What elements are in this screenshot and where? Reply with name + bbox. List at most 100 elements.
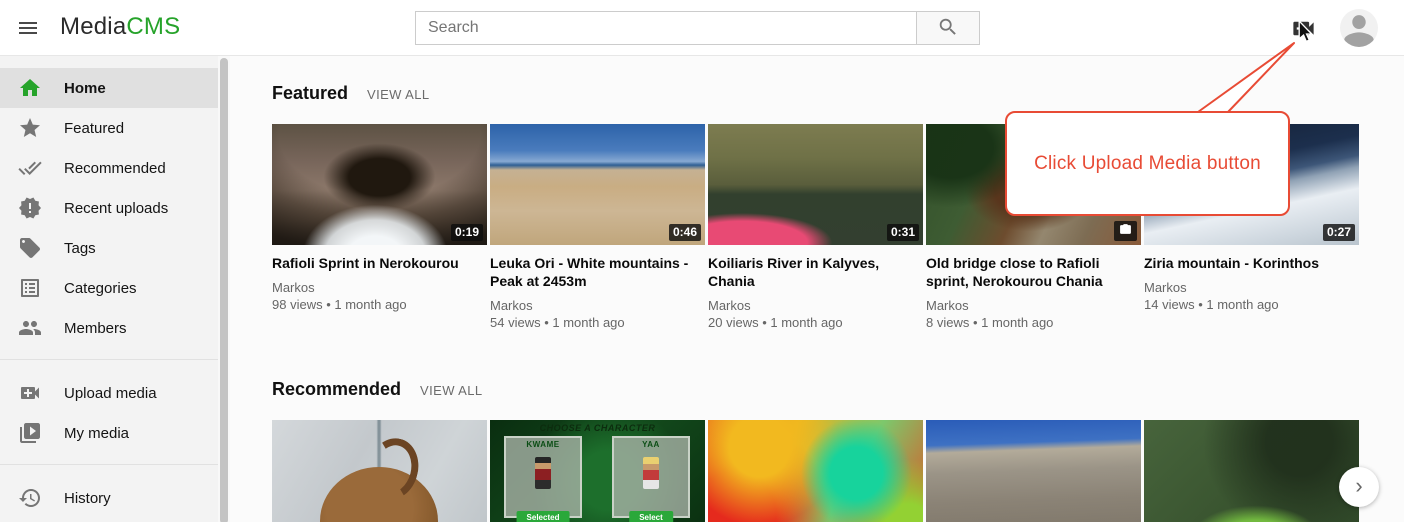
sidebar-item-label: Recent uploads — [64, 200, 168, 217]
user-avatar[interactable] — [1340, 9, 1378, 47]
search-form — [415, 11, 980, 45]
media-card[interactable] — [926, 420, 1141, 522]
duration-badge: 0:27 — [1323, 224, 1355, 241]
media-author[interactable]: Markos — [272, 279, 487, 296]
media-meta: 8 views • 1 month ago — [926, 314, 1141, 331]
video-library-icon — [18, 421, 42, 445]
duration-badge: 0:19 — [451, 224, 483, 241]
media-card[interactable] — [1144, 420, 1359, 522]
tutorial-callout-text: Click Upload Media button — [1034, 153, 1261, 175]
sidebar-scrollbar[interactable] — [218, 56, 230, 522]
sidebar-item-label: Tags — [64, 240, 96, 257]
media-card[interactable]: 0:19 Rafioli Sprint in Nerokourou Markos… — [272, 124, 487, 330]
media-meta: 98 views • 1 month ago — [272, 296, 487, 313]
video-thumbnail-river-kayak[interactable]: 0:31 — [708, 124, 923, 245]
tag-icon — [18, 236, 42, 260]
members-icon — [18, 316, 42, 340]
game-character-name: KWAME — [506, 440, 580, 449]
media-author[interactable]: Markos — [926, 297, 1141, 314]
game-screen-title: CHOOSE A CHARACTER — [490, 423, 705, 433]
sidebar-item-featured[interactable]: Featured — [0, 108, 218, 148]
duration-badge: 0:31 — [887, 224, 919, 241]
media-author[interactable]: Markos — [490, 297, 705, 314]
search-icon — [937, 16, 959, 41]
game-character-name: YAA — [614, 440, 688, 449]
sidebar-item-recommended[interactable]: Recommended — [0, 148, 218, 188]
media-title[interactable]: Leuka Ori - White mountains - Peak at 24… — [490, 254, 705, 290]
sidebar-item-label: History — [64, 490, 111, 507]
sidebar-item-label: Categories — [64, 280, 137, 297]
media-meta: 20 views • 1 month ago — [708, 314, 923, 331]
sidebar-item-label: Members — [64, 320, 127, 337]
media-title[interactable]: Koiliaris River in Kalyves, Chania — [708, 254, 923, 290]
media-card[interactable]: 0:46 Leuka Ori - White mountains - Peak … — [490, 124, 705, 330]
star-icon — [18, 116, 42, 140]
sidebar-item-categories[interactable]: Categories — [0, 268, 218, 308]
double-check-icon — [18, 156, 42, 180]
sidebar-item-label: Recommended — [64, 160, 166, 177]
sidebar-item-history[interactable]: History — [0, 478, 218, 518]
media-card[interactable]: CHOOSE A CHARACTER KWAME Selected YAA Se… — [490, 420, 705, 522]
recommended-section: Recommended VIEW ALL CHOOSE A CHARACTER … — [272, 330, 1404, 522]
video-thumbnail-abstract-color-blur[interactable] — [708, 420, 923, 522]
home-icon — [18, 76, 42, 100]
section-title: Recommended — [272, 378, 401, 400]
media-author[interactable]: Markos — [1144, 279, 1359, 296]
logo-text-media: Media — [60, 13, 126, 40]
sidebar-item-my-media[interactable]: My media — [0, 413, 218, 453]
video-thumbnail-desert-mountains[interactable]: 0:46 — [490, 124, 705, 245]
video-thumbnail-green-leaves[interactable] — [1144, 420, 1359, 522]
section-title: Featured — [272, 82, 348, 104]
categories-icon — [18, 276, 42, 300]
media-card[interactable] — [708, 420, 923, 522]
upload-media-icon — [18, 381, 42, 405]
view-all-link[interactable]: VIEW ALL — [420, 383, 482, 398]
camera-icon — [1114, 221, 1137, 241]
new-releases-icon — [18, 196, 42, 220]
sidebar-item-upload-media[interactable]: Upload media — [0, 373, 218, 413]
scrollbar-thumb[interactable] — [220, 58, 228, 522]
menu-icon[interactable] — [14, 16, 42, 40]
media-author[interactable]: Markos — [708, 297, 923, 314]
mouse-cursor — [1298, 20, 1316, 45]
video-thumbnail-pumpkin-illustration[interactable] — [272, 420, 487, 522]
sidebar-divider — [0, 464, 218, 465]
carousel-next-button[interactable]: › — [1339, 467, 1379, 507]
media-meta: 54 views • 1 month ago — [490, 314, 705, 331]
game-character-sprite — [643, 457, 659, 489]
search-input[interactable] — [415, 11, 917, 45]
chevron-right-icon: › — [1355, 475, 1362, 497]
game-character-panel: YAA Select — [612, 436, 690, 518]
sidebar-item-home[interactable]: Home — [0, 68, 218, 108]
view-all-link[interactable]: VIEW ALL — [367, 87, 429, 102]
media-meta: 14 views • 1 month ago — [1144, 296, 1359, 313]
media-title[interactable]: Ziria mountain - Korinthos — [1144, 254, 1359, 272]
search-button[interactable] — [917, 11, 980, 45]
app-logo[interactable]: MediaCMS — [60, 13, 180, 41]
media-title[interactable]: Rafioli Sprint in Nerokourou — [272, 254, 487, 272]
sidebar: Home Featured Recommended Recent uploads… — [0, 56, 218, 522]
game-character-panel: KWAME Selected — [504, 436, 582, 518]
game-select-button: Select — [629, 511, 673, 522]
media-card[interactable]: 0:31 Koiliaris River in Kalyves, Chania … — [708, 124, 923, 330]
sidebar-item-recent-uploads[interactable]: Recent uploads — [0, 188, 218, 228]
sidebar-item-tags[interactable]: Tags — [0, 228, 218, 268]
video-thumbnail-waterfall-stone-arch[interactable]: 0:19 — [272, 124, 487, 245]
video-thumbnail-game-character-select[interactable]: CHOOSE A CHARACTER KWAME Selected YAA Se… — [490, 420, 705, 522]
tutorial-callout-pointer — [1190, 38, 1310, 116]
sidebar-divider — [0, 359, 218, 360]
sidebar-item-label: Upload media — [64, 385, 157, 402]
tutorial-callout: Click Upload Media button — [1005, 111, 1290, 216]
video-thumbnail-rocky-mountain[interactable] — [926, 420, 1141, 522]
sidebar-item-members[interactable]: Members — [0, 308, 218, 348]
logo-text-cms: CMS — [126, 13, 180, 40]
sidebar-item-label: Featured — [64, 120, 124, 137]
sidebar-item-label: Home — [64, 80, 106, 97]
game-selected-button: Selected — [517, 511, 570, 522]
game-character-sprite — [535, 457, 551, 489]
duration-badge: 0:46 — [669, 224, 701, 241]
history-icon — [18, 486, 42, 510]
media-title[interactable]: Old bridge close to Rafioli sprint, Nero… — [926, 254, 1141, 290]
sidebar-item-label: My media — [64, 425, 129, 442]
media-card[interactable] — [272, 420, 487, 522]
